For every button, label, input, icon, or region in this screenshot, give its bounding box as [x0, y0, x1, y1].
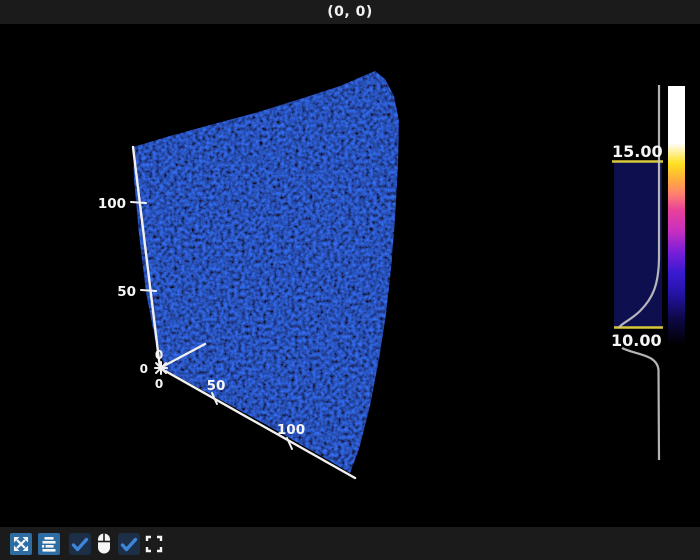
fullscreen-corners-icon: [145, 535, 163, 552]
lower-bound-label: 10.00: [611, 331, 662, 350]
viewer-window: (0, 0) 100 50 0 0 50 100 0 15.00 10.00: [0, 0, 700, 560]
stacked-bars-icon: [38, 532, 60, 555]
x-tick-label-50: 50: [207, 378, 226, 394]
expand-arrows-icon: [10, 532, 32, 555]
bottom-toolbar: [0, 527, 700, 560]
y-tick-label-50: 50: [117, 284, 136, 300]
upper-bound-label: 15.00: [612, 142, 663, 161]
check-icon: [69, 532, 91, 555]
y-tick-label-0: 0: [155, 348, 163, 362]
z-tick-label-0: 0: [140, 362, 148, 376]
origin-marker: [154, 361, 168, 375]
mouse-mode-indicator: [93, 533, 115, 555]
transfer-curve-lower[interactable]: [621, 347, 661, 461]
colormap-bar[interactable]: [668, 86, 685, 345]
reset-camera-button[interactable]: [10, 532, 32, 555]
volume-noise-texture: [133, 71, 399, 473]
volume-rendering[interactable]: [125, 64, 410, 484]
render-canvas[interactable]: 100 50 0 0 50 100 0 15.00 10.00: [0, 24, 700, 527]
checkbox-1[interactable]: [69, 532, 91, 555]
title-bar: (0, 0): [0, 0, 700, 24]
checkbox-2[interactable]: [118, 532, 140, 555]
window-title: (0, 0): [327, 4, 373, 20]
x-tick-label-100: 100: [277, 422, 305, 438]
y-tick-label-100: 100: [98, 196, 126, 212]
check-icon: [118, 532, 140, 555]
mouse-icon: [98, 533, 110, 554]
scene-3d[interactable]: 100 50 0 0 50 100 0 15.00 10.00: [0, 24, 700, 527]
x-tick-label-0: 0: [155, 377, 163, 391]
fullscreen-button[interactable]: [143, 533, 165, 555]
histogram-box[interactable]: [614, 162, 662, 328]
y-tick-50: [140, 289, 157, 292]
y-tick-100: [130, 201, 147, 204]
layer-stack-button[interactable]: [38, 532, 60, 555]
x-tick-100: [286, 437, 293, 450]
transfer-function-panel: 15.00 10.00: [611, 85, 685, 461]
